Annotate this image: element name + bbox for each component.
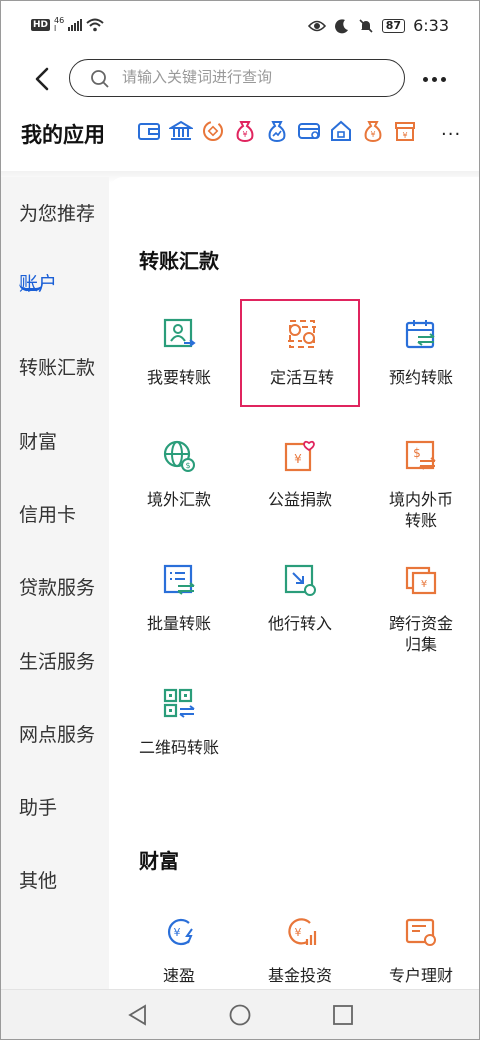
card-icon[interactable]	[297, 119, 321, 143]
fund-chart-icon: ¥	[288, 918, 317, 945]
tile-label: 公益捐款	[267, 490, 332, 509]
tile-label: 定活互转	[269, 368, 334, 387]
tile-fast-yield[interactable]: ¥ 速盈	[119, 899, 239, 989]
svg-text:¥: ¥	[402, 131, 407, 140]
tile-label: 批量转账	[146, 614, 211, 633]
sidebar-item-assistant[interactable]: 助手	[19, 793, 57, 820]
fund-bag-icon[interactable]	[265, 119, 289, 143]
search-box[interactable]	[69, 59, 405, 97]
nav-back-icon[interactable]	[127, 1004, 149, 1026]
svg-text:¥: ¥	[242, 130, 247, 139]
tile-overseas-remit[interactable]: $ 境外汇款	[119, 423, 239, 531]
sidebar-item-credit-card[interactable]: 信用卡	[19, 500, 76, 527]
inbound-arrow-icon	[284, 564, 316, 596]
tile-label: 境内外币 转账	[388, 490, 453, 530]
svg-text:¥: ¥	[370, 130, 375, 139]
tile-label: 速盈	[162, 966, 195, 985]
qrcode-icon	[163, 688, 195, 718]
money-bag-icon[interactable]: ¥	[233, 119, 257, 143]
tile-label: 预约转账	[388, 368, 453, 387]
battery-indicator: 87	[381, 18, 406, 33]
my-apps-row: 我的应用 ¥ ¥ ¥ ...	[1, 113, 479, 157]
sidebar-item-other[interactable]: 其他	[19, 866, 57, 893]
tile-label: 境外汇款	[146, 490, 211, 509]
my-apps-more-icon[interactable]: ...	[441, 119, 461, 140]
tile-domestic-foreign-currency[interactable]: $ 境内外币 转账	[361, 423, 479, 531]
section-title-wealth: 财富	[139, 849, 179, 873]
svg-text:¥: ¥	[295, 926, 302, 939]
svg-text:¥: ¥	[421, 579, 427, 590]
status-bar: HD 46 l 87 6:33	[1, 1, 479, 53]
tile-qrcode-transfer[interactable]: 二维码转账	[119, 671, 239, 779]
mute-bell-icon	[359, 18, 373, 33]
sidebar-item-loan[interactable]: 贷款服务	[19, 573, 95, 600]
tile-label: 专户理财	[388, 966, 453, 985]
sidebar-item-life[interactable]: 生活服务	[19, 647, 95, 674]
tile-label: 跨行资金 归集	[388, 614, 453, 654]
app-screen: HD 46l 87 6:33 我的应用 ¥	[0, 0, 480, 1040]
tile-dedicated-account[interactable]: 专户理财	[361, 899, 479, 989]
tile-label: 我要转账	[146, 368, 211, 387]
signal-icon	[68, 19, 83, 31]
status-left: HD 46 l	[31, 17, 104, 33]
tile-label: 基金投资	[267, 966, 332, 985]
nav-recents-icon[interactable]	[332, 1004, 354, 1026]
tile-batch-transfer[interactable]: 批量转账	[119, 547, 239, 655]
svg-text:¥: ¥	[174, 926, 181, 939]
home-icon[interactable]	[329, 119, 353, 143]
clock: 6:33	[413, 16, 449, 35]
search-icon	[91, 70, 109, 88]
cross-bank-collect-icon: ¥	[405, 566, 437, 595]
globe-dollar-icon: $	[163, 440, 195, 472]
sidebar-item-transfer[interactable]: 转账汇款	[19, 353, 95, 380]
moon-icon	[334, 18, 348, 33]
tile-fund-investment[interactable]: ¥ 基金投资	[240, 899, 360, 989]
coin-cycle-icon[interactable]	[201, 119, 225, 143]
tile-cross-bank-collection[interactable]: ¥ 跨行资金 归集	[361, 547, 479, 655]
back-arrow-icon[interactable]	[29, 63, 57, 95]
svg-text:¥: ¥	[294, 452, 302, 466]
svg-text:$: $	[413, 446, 421, 460]
status-right: 87 6:33	[307, 16, 449, 35]
content-panel: 转账汇款 我要转账 定活互转 预约转账 $ 境外汇款 ¥ 公益捐款 $ 境内外币…	[109, 177, 479, 989]
nav-home-icon[interactable]	[229, 1004, 251, 1026]
more-options-icon[interactable]	[423, 77, 446, 82]
tile-label: 二维码转账	[138, 738, 219, 757]
svg-text:$: $	[185, 461, 190, 470]
tile-scheduled-transfer[interactable]: 预约转账	[361, 301, 479, 409]
bank-icon[interactable]	[169, 119, 193, 143]
tile-label: 他行转入	[267, 614, 332, 633]
wifi-icon	[86, 18, 104, 32]
tile-my-transfer[interactable]: 我要转账	[119, 301, 239, 409]
section-title-transfer: 转账汇款	[139, 249, 219, 273]
charity-heart-icon: ¥	[284, 440, 315, 472]
sidebar-item-wealth[interactable]: 财富	[19, 427, 57, 454]
account-card-icon	[405, 918, 436, 946]
hd-badge: HD	[31, 19, 51, 31]
fast-yield-icon: ¥	[167, 918, 193, 946]
category-sidebar: 为您推荐 账户 转账汇款 财富 信用卡 贷款服务 生活服务 网点服务 助手 其他	[1, 177, 109, 989]
batch-list-icon	[163, 564, 195, 595]
network-type: 46 l	[54, 17, 64, 33]
calendar-transfer-icon	[405, 320, 435, 349]
sidebar-item-branch[interactable]: 网点服务	[19, 720, 95, 747]
eye-icon	[307, 20, 326, 31]
gift-box-icon[interactable]: ¥	[393, 119, 417, 143]
system-nav-bar	[1, 989, 479, 1039]
foreign-currency-icon: $	[405, 440, 436, 470]
tile-fixed-current-transfer[interactable]: 定活互转	[240, 299, 360, 407]
gold-bag-icon[interactable]: ¥	[361, 119, 385, 143]
network-sub: l	[54, 24, 57, 33]
sidebar-item-recommend[interactable]: 为您推荐	[19, 199, 95, 226]
wallet-icon[interactable]	[137, 119, 161, 143]
my-apps-title: 我的应用	[21, 123, 105, 147]
fixed-current-transfer-icon	[288, 320, 316, 348]
tile-other-bank-inbound[interactable]: 他行转入	[240, 547, 360, 655]
search-input[interactable]	[122, 68, 392, 86]
my-apps-shortcuts: ¥ ¥ ¥	[137, 119, 417, 143]
search-row	[1, 59, 479, 99]
tile-charity-donation[interactable]: ¥ 公益捐款	[240, 423, 360, 531]
transfer-person-icon	[163, 318, 196, 348]
